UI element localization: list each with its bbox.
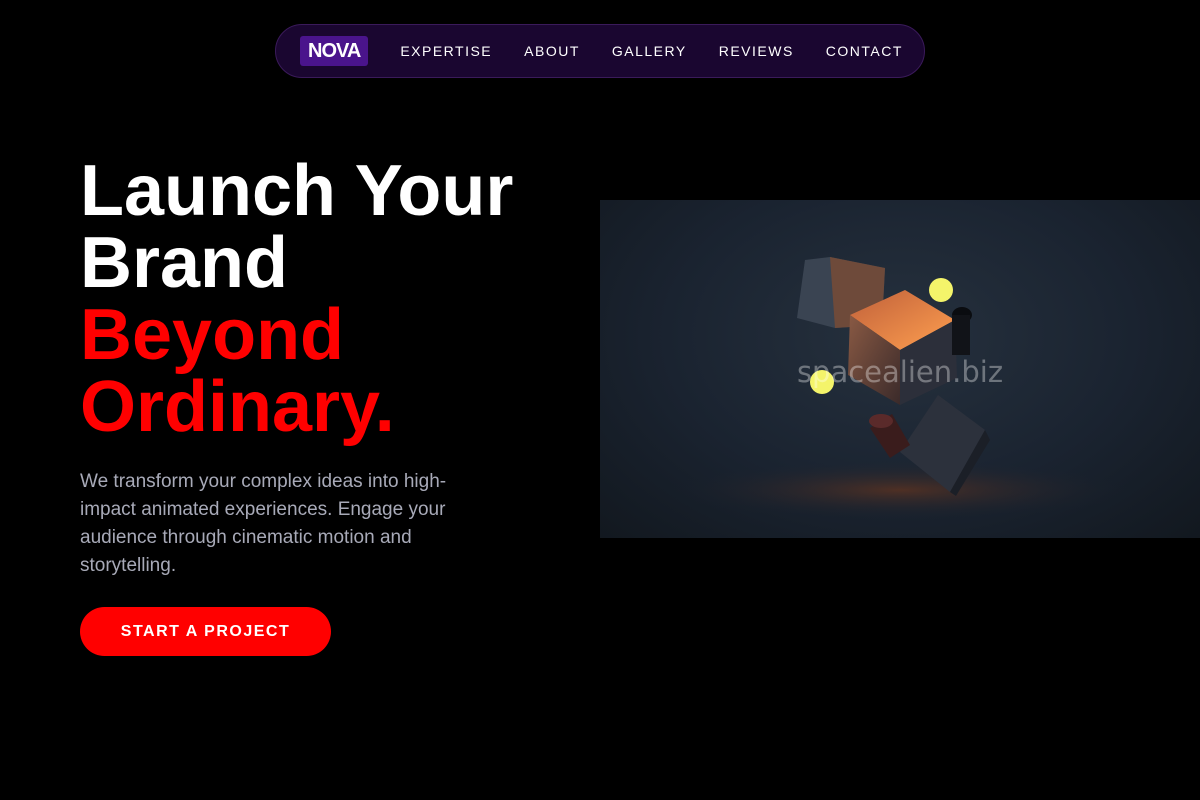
- top-navigation: NOVA EXPERTISE ABOUT GALLERY REVIEWS CON…: [275, 24, 925, 78]
- yellow-orb-top: [929, 278, 953, 302]
- nav-link-contact[interactable]: CONTACT: [826, 41, 903, 61]
- nav-link-about[interactable]: ABOUT: [524, 41, 580, 61]
- start-project-button[interactable]: START A PROJECT: [80, 607, 331, 656]
- dark-cylinder: [952, 307, 972, 355]
- hero-image: spacealien.biz: [600, 200, 1200, 538]
- nav-link-reviews[interactable]: REVIEWS: [719, 41, 794, 61]
- hero-title: Launch Your Brand Beyond Ordinary.: [80, 155, 513, 443]
- nav-link-expertise[interactable]: EXPERTISE: [400, 41, 492, 61]
- hero-title-accent-line-2: Ordinary.: [80, 367, 395, 447]
- nova-logo[interactable]: NOVA: [300, 36, 369, 66]
- hero-title-line-1: Launch Your: [80, 151, 514, 231]
- nav-link-gallery[interactable]: GALLERY: [612, 41, 687, 61]
- nav-links: EXPERTISE ABOUT GALLERY REVIEWS CONTACT: [400, 41, 903, 61]
- hero-title-line-2: Brand: [80, 223, 289, 303]
- image-watermark: spacealien.biz: [796, 355, 1004, 389]
- hero-title-accent-line-1: Beyond: [80, 295, 345, 375]
- hero-description: We transform your complex ideas into hig…: [80, 471, 447, 576]
